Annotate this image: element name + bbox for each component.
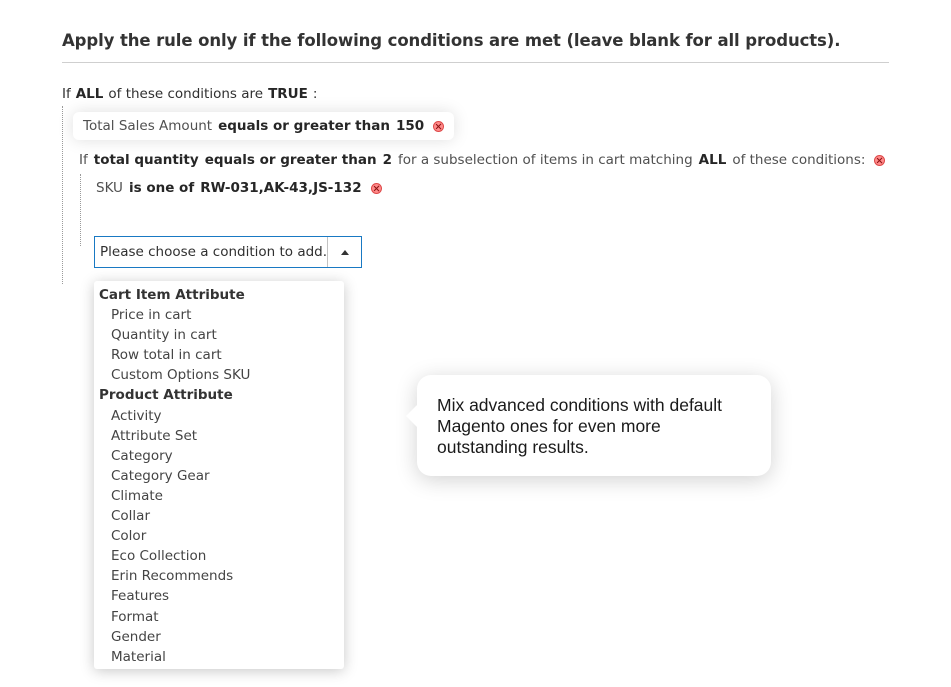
tree-guide-line-outer — [62, 106, 63, 284]
condition-2-suffix: of these conditions: — [732, 152, 866, 168]
condition-1-operator[interactable]: equals or greater than — [218, 118, 390, 134]
feature-tooltip: Mix advanced conditions with default Mag… — [406, 375, 771, 476]
dropdown-option[interactable]: Format — [94, 607, 344, 627]
root-aggregator-toggle[interactable]: ALL — [76, 86, 104, 102]
tooltip-text: Mix advanced conditions with default Mag… — [437, 395, 723, 457]
root-value-toggle[interactable]: TRUE — [268, 86, 308, 102]
section-heading: Apply the rule only if the following con… — [62, 31, 841, 50]
add-condition-select[interactable]: Please choose a condition to add. — [94, 236, 362, 268]
dropdown-option[interactable]: Eco Collection — [94, 546, 344, 566]
condition-2-aggregator[interactable]: ALL — [699, 152, 727, 168]
condition-3-attribute: SKU — [96, 180, 123, 196]
dropdown-option[interactable]: Erin Recommends — [94, 566, 344, 586]
dropdown-option[interactable]: Row total in cart — [94, 345, 344, 365]
root-middle-text: of these conditions are — [108, 86, 264, 102]
condition-sku: SKU is one of RW-031,AK-43,JS-132 — [96, 180, 382, 196]
condition-3-value[interactable]: RW-031,AK-43,JS-132 — [200, 180, 361, 196]
dropdown-option[interactable]: Color — [94, 526, 344, 546]
section-divider — [62, 62, 889, 63]
select-toggle-button[interactable] — [327, 237, 361, 267]
dropdown-option[interactable]: Attribute Set — [94, 426, 344, 446]
root-suffix: : — [312, 86, 318, 102]
condition-2-operator[interactable]: equals or greater than — [205, 152, 377, 168]
dropdown-option[interactable]: Gender — [94, 627, 344, 647]
dropdown-option[interactable]: Quantity in cart — [94, 325, 344, 345]
dropdown-option[interactable]: Climate — [94, 486, 344, 506]
root-prefix: If — [62, 86, 71, 102]
dropdown-option[interactable]: Category — [94, 446, 344, 466]
condition-2-prefix: If — [79, 152, 88, 168]
dropdown-option[interactable]: Activity — [94, 406, 344, 426]
dropdown-group-label: Product Attribute — [99, 387, 233, 404]
dropdown-option[interactable]: Features — [94, 586, 344, 606]
remove-condition-icon[interactable] — [874, 154, 886, 166]
condition-2-attribute: total quantity — [93, 152, 199, 168]
condition-2-value[interactable]: 2 — [383, 152, 392, 168]
chevron-up-icon — [340, 249, 349, 255]
dropdown-group-label: Cart Item Attribute — [99, 287, 245, 303]
dropdown-option[interactable]: Price in cart — [94, 305, 344, 325]
dropdown-option[interactable]: Custom Options SKU — [94, 365, 344, 385]
remove-condition-icon[interactable] — [370, 182, 382, 194]
condition-total-sales: Total Sales Amount equals or greater tha… — [73, 112, 455, 140]
dropdown-option[interactable]: Material — [94, 647, 344, 667]
tree-guide-line-inner — [80, 174, 81, 246]
condition-2-middle: for a subselection of items in cart matc… — [397, 152, 693, 168]
dropdown-option[interactable]: Category Gear — [94, 466, 344, 486]
condition-total-quantity: If total quantity equals or greater than… — [79, 152, 886, 168]
dropdown-option[interactable]: Collar — [94, 506, 344, 526]
condition-1-value[interactable]: 150 — [396, 118, 424, 134]
root-condition: If ALL of these conditions are TRUE : — [62, 86, 317, 102]
remove-condition-icon[interactable] — [433, 120, 445, 132]
condition-3-operator[interactable]: is one of — [129, 180, 194, 196]
tooltip-pointer — [406, 405, 417, 427]
condition-1-attribute: Total Sales Amount — [83, 118, 213, 134]
condition-dropdown-list: Cart Item Attribute Price in cart Quanti… — [94, 281, 344, 669]
add-condition-placeholder: Please choose a condition to add. — [100, 244, 328, 260]
